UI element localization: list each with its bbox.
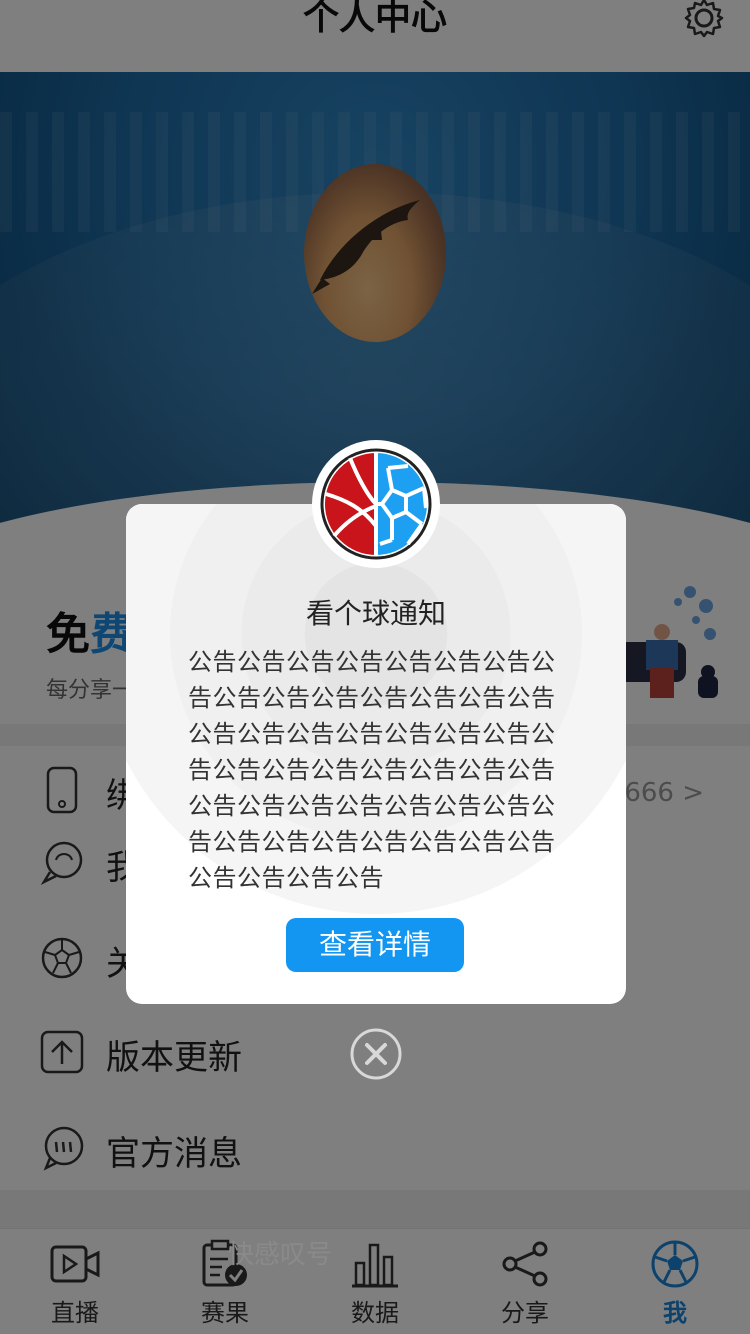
app-logo (312, 440, 440, 568)
notice-dialog: 看个球通知 公告公告公告公告公告公告公告公告公告公告公告公告公告公告公告公告公告… (126, 504, 626, 1004)
ghost-text: 快感叹号 (228, 1240, 333, 1270)
dialog-title: 看个球通知 (305, 597, 446, 630)
dialog-body: 公告公告公告公告公告公告公告公告公告公告公告公告公告公告公告公告公告公告公告公告… (188, 648, 556, 892)
basketball-soccer-logo-icon (320, 448, 432, 560)
close-icon[interactable] (350, 1028, 402, 1080)
view-details-button[interactable]: 查看详情 (286, 918, 464, 972)
